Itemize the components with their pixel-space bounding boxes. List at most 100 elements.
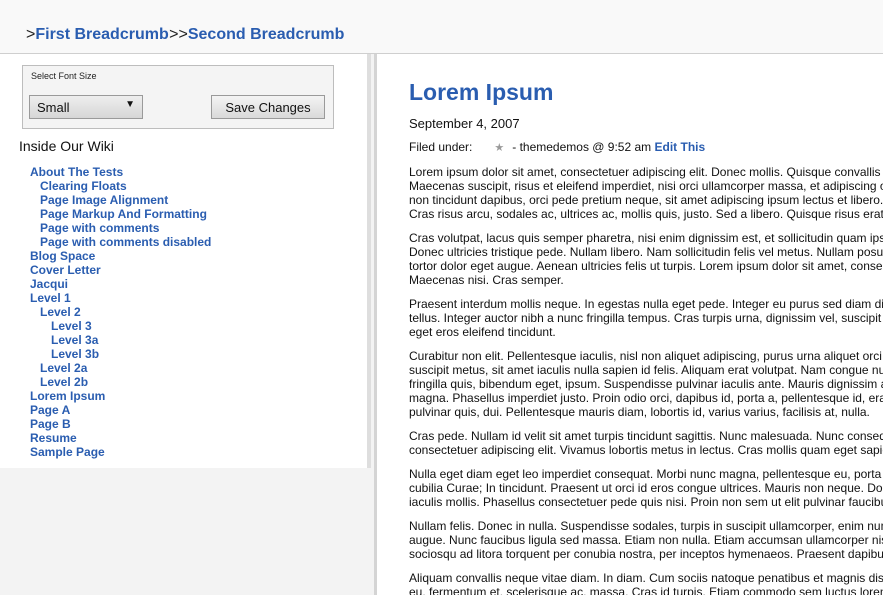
nav-link[interactable]: Page B <box>30 417 71 431</box>
nav-item: Clearing Floats <box>30 179 211 193</box>
paragraph-line: tellus. Integer auctor nibh a nunc fring… <box>409 311 883 325</box>
font-size-select[interactable]: Small ▼ <box>29 95 143 119</box>
author-line: - themedemos @ 9:52 am <box>512 140 652 154</box>
post-paragraph: Aliquam convallis neque vitae diam. In d… <box>409 571 883 595</box>
paragraph-line: magna. Phasellus imperdiet justo. Proin … <box>409 391 883 405</box>
paragraph-line: Donec ultricies tristique pede. Nullam l… <box>409 245 883 259</box>
sidebar-edge <box>367 54 371 468</box>
nav-link[interactable]: Sample Page <box>30 445 105 459</box>
nav-link[interactable]: Resume <box>30 431 77 445</box>
star-icon: ★ <box>494 142 505 154</box>
nav-item: Level 3a <box>30 333 211 347</box>
nav-item: About The Tests <box>30 165 211 179</box>
wiki-heading: Inside Our Wiki <box>19 138 114 154</box>
nav-item: Cover Letter <box>30 263 211 277</box>
nav-item: Level 1 <box>30 291 211 305</box>
nav-link[interactable]: Clearing Floats <box>40 179 127 193</box>
nav-link[interactable]: Page Image Alignment <box>40 193 168 207</box>
post-content: Lorem Ipsum September 4, 2007 Filed unde… <box>377 54 883 595</box>
breadcrumb: >First Breadcrumb >>Second Breadcrumb <box>26 26 344 44</box>
paragraph-line: pulvinar quis, dui. Pellentesque mauris … <box>409 405 870 419</box>
post-body: Lorem ipsum dolor sit amet, consectetuer… <box>409 165 883 595</box>
nav-item: Level 2 <box>30 305 211 319</box>
font-size-panel: Select Font Size Small ▼ Save Changes <box>22 65 334 129</box>
paragraph-line: Cras risus arcu, sodales ac, ultrices ac… <box>409 207 883 221</box>
paragraph-line: Nullam felis. Donec in nulla. Suspendiss… <box>409 519 883 533</box>
post-paragraph: Nullam felis. Donec in nulla. Suspendiss… <box>409 519 883 561</box>
nav-item: Page Image Alignment <box>30 193 211 207</box>
nav-link[interactable]: About The Tests <box>30 165 123 179</box>
nav-link[interactable]: Level 2a <box>40 361 87 375</box>
breadcrumb-second-link[interactable]: Second Breadcrumb <box>188 26 344 43</box>
paragraph-line: Maecenas suscipit, risus et eleifend imp… <box>409 179 883 193</box>
nav-link[interactable]: Level 3a <box>51 333 98 347</box>
post-date: September 4, 2007 <box>409 116 520 131</box>
nav-item: Page with comments disabled <box>30 235 211 249</box>
paragraph-line: eu, fermentum et, scelerisque ac, massa.… <box>409 585 883 595</box>
nav-item: Resume <box>30 431 211 445</box>
paragraph-line: sociosqu ad litora torquent per conubia … <box>409 547 883 561</box>
nav-link[interactable]: Level 3b <box>51 347 99 361</box>
nav-item: Blog Space <box>30 249 211 263</box>
post-paragraph: Lorem ipsum dolor sit amet, consectetuer… <box>409 165 883 221</box>
paragraph-line: Cras pede. Nullam id velit sit amet turp… <box>409 429 883 443</box>
post-paragraph: Nulla eget diam eget leo imperdiet conse… <box>409 467 883 509</box>
font-size-value: Small <box>37 100 70 115</box>
paragraph-line: suscipit metus, sit amet iaculis nulla s… <box>409 363 883 377</box>
font-size-label: Select Font Size <box>31 71 97 81</box>
nav-item: Page B <box>30 417 211 431</box>
paragraph-line: eget eros eleifend tincidunt. <box>409 325 556 339</box>
post-paragraph: Cras pede. Nullam id velit sit amet turp… <box>409 429 883 457</box>
paragraph-line: Maecenas nisi. Cras semper. <box>409 273 564 287</box>
save-changes-button[interactable]: Save Changes <box>211 95 325 119</box>
paragraph-line: Cras volutpat, lacus quis semper pharetr… <box>409 231 883 245</box>
nav-link[interactable]: Level 1 <box>30 291 71 305</box>
nav-item: Level 3 <box>30 319 211 333</box>
nav-link[interactable]: Page with comments <box>40 221 159 235</box>
nav-link[interactable]: Level 2b <box>40 375 88 389</box>
paragraph-line: tortor dolor eget augue. Aenean ultricie… <box>409 259 883 273</box>
nav-link[interactable]: Lorem Ipsum <box>30 389 105 403</box>
top-bar: >First Breadcrumb >>Second Breadcrumb <box>0 0 883 54</box>
dropdown-arrow-icon: ▼ <box>125 99 135 110</box>
paragraph-line: Lorem ipsum dolor sit amet, consectetuer… <box>409 165 883 179</box>
nav-link[interactable]: Level 2 <box>40 305 81 319</box>
post-title[interactable]: Lorem Ipsum <box>409 79 553 106</box>
nav-item: Jacqui <box>30 277 211 291</box>
post-meta: Filed under: ★ - themedemos @ 9:52 am Edit… <box>409 140 705 154</box>
edit-this-link[interactable]: Edit This <box>655 140 706 154</box>
paragraph-line: consectetuer adipiscing elit. Vivamus lo… <box>409 443 883 457</box>
post-paragraph: Praesent interdum mollis neque. In egest… <box>409 297 883 339</box>
nav-item: Lorem Ipsum <box>30 389 211 403</box>
nav-link[interactable]: Level 3 <box>51 319 92 333</box>
nav-item: Page A <box>30 403 211 417</box>
paragraph-line: augue. Nunc faucibus ligula sed massa. E… <box>409 533 883 547</box>
paragraph-line: Nulla eget diam eget leo imperdiet conse… <box>409 467 883 481</box>
paragraph-line: Praesent interdum mollis neque. In egest… <box>409 297 883 311</box>
nav-link[interactable]: Page A <box>30 403 70 417</box>
breadcrumb-separator: >> <box>169 26 188 43</box>
sidebar: Select Font Size Small ▼ Save Changes In… <box>0 54 367 468</box>
post-paragraph: Cras volutpat, lacus quis semper pharetr… <box>409 231 883 287</box>
wiki-nav: About The Tests Clearing Floats Page Image… <box>30 165 211 459</box>
filed-under-label: Filed under: <box>409 140 473 154</box>
nav-link[interactable]: Cover Letter <box>30 263 101 277</box>
post-paragraph: Curabitur non elit. Pellentesque iaculis… <box>409 349 883 419</box>
nav-item: Level 3b <box>30 347 211 361</box>
nav-item: Sample Page <box>30 445 211 459</box>
paragraph-line: non tincidunt dapibus, orci pede pretium… <box>409 193 883 207</box>
breadcrumb-prefix: > <box>26 26 36 43</box>
nav-item: Level 2b <box>30 375 211 389</box>
nav-item: Page Markup And Formatting <box>30 207 211 221</box>
nav-link[interactable]: Blog Space <box>30 249 95 263</box>
paragraph-line: Curabitur non elit. Pellentesque iaculis… <box>409 349 883 363</box>
nav-link[interactable]: Page Markup And Formatting <box>40 207 207 221</box>
nav-link[interactable]: Page with comments disabled <box>40 235 211 249</box>
breadcrumb-first-link[interactable]: First Breadcrumb <box>35 26 168 43</box>
nav-link[interactable]: Jacqui <box>30 277 68 291</box>
paragraph-line: Aliquam convallis neque vitae diam. In d… <box>409 571 883 585</box>
paragraph-line: cubilia Curae; In tincidunt. Praesent ut… <box>409 481 883 495</box>
nav-item: Level 2a <box>30 361 211 375</box>
paragraph-line: iaculis mollis. Phasellus consectetuer p… <box>409 495 883 509</box>
paragraph-line: fringilla quis, bibendum eget, ipsum. Su… <box>409 377 883 391</box>
